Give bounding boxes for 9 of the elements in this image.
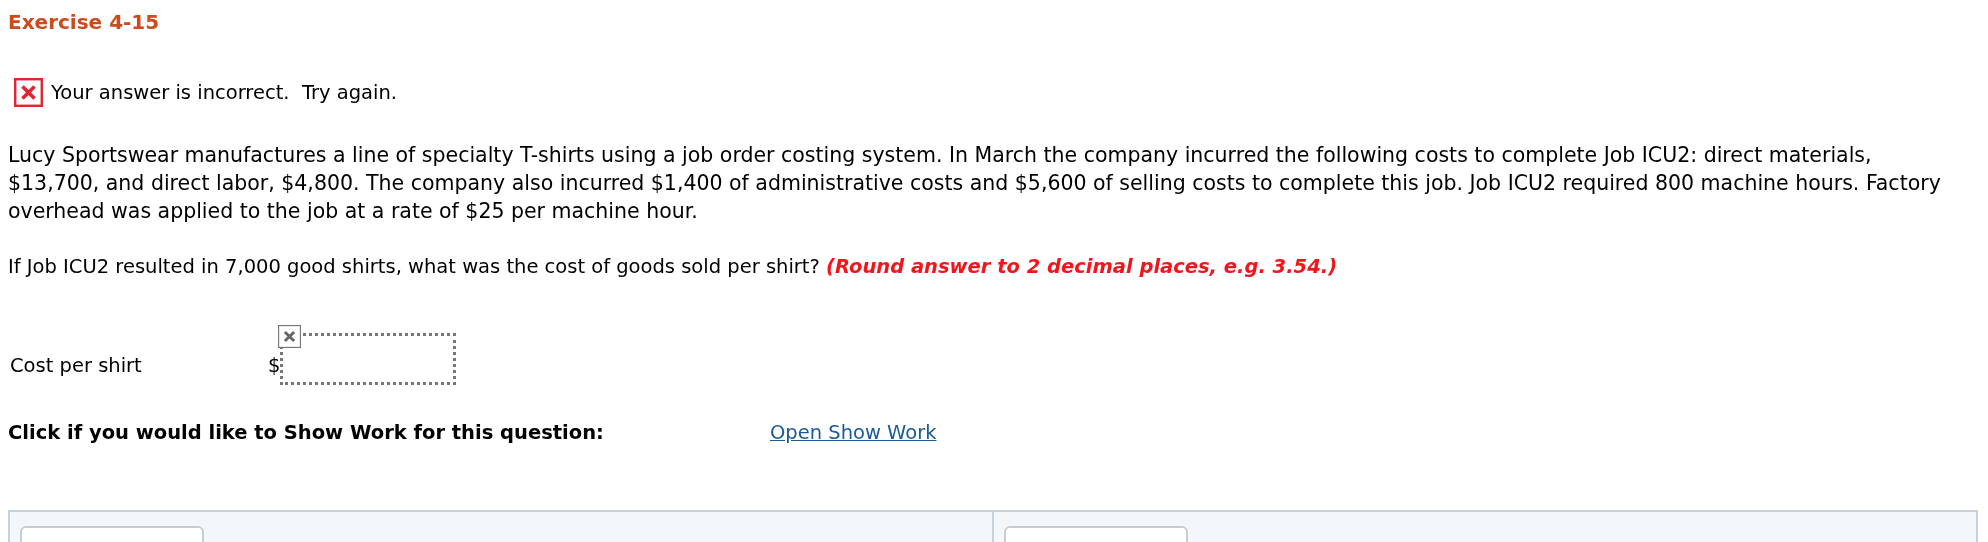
currency-sign: $	[268, 354, 281, 377]
exercise-title: Exercise 4-15	[8, 10, 161, 34]
open-show-work-link[interactable]: Open Show Work	[770, 421, 937, 444]
problem-text: Lucy Sportswear manufactures a line of specialty T-shirts using a job order costing system. In March the company incurred the following costs to complete Job ICU2: direct materials, $13,700, and direct labor, $4,800. The company also incurred $1,400 of administrative costs and $5,600 of selling costs to complete this job. Job ICU2 required 800 machine hours. Factory overhead was applied to the job at a rate of $25 per machine hour.	[8, 142, 1942, 225]
show-work-prompt: Click if you would like to Show Work for this question:	[8, 421, 605, 444]
answer-field[interactable]	[280, 333, 457, 385]
answer-label: Cost per shirt	[9, 354, 143, 377]
feedback-message: Your answer is incorrect. Try again.	[51, 81, 397, 104]
question-text: If Job ICU2 resulted in 7,000 good shirts, what was the cost of goods sold per shirt? (Round answer to 2 decimal places, e.g. 3.54.)	[8, 254, 1339, 280]
